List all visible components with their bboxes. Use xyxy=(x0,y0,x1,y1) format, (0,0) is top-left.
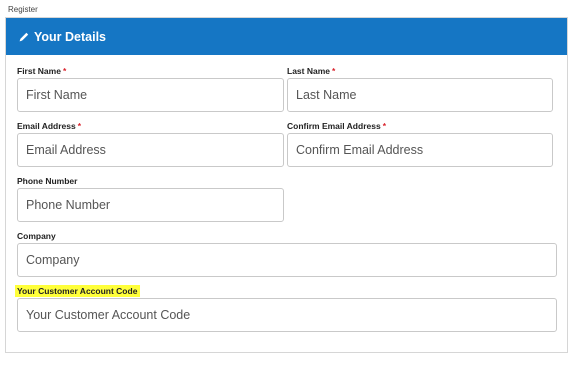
confirm-email-label: Confirm Email Address * xyxy=(287,121,386,131)
company-input[interactable] xyxy=(17,243,557,277)
required-marker: * xyxy=(77,121,82,131)
phone-label: Phone Number xyxy=(17,176,78,186)
breadcrumb: Register xyxy=(8,5,38,14)
required-marker: * xyxy=(62,66,67,76)
first-name-label: First Name * xyxy=(17,66,67,76)
account-code-input[interactable] xyxy=(17,298,557,332)
panel-header: Your Details xyxy=(6,18,567,55)
email-label: Email Address * xyxy=(17,121,82,131)
confirm-email-input[interactable] xyxy=(287,133,553,167)
pencil-icon xyxy=(19,32,29,41)
company-label: Company xyxy=(17,231,56,241)
first-name-input[interactable] xyxy=(17,78,284,112)
last-name-input[interactable] xyxy=(287,78,553,112)
required-marker: * xyxy=(382,121,386,131)
email-input[interactable] xyxy=(17,133,284,167)
last-name-label: Last Name * xyxy=(287,66,336,76)
account-code-label: Your Customer Account Code xyxy=(15,285,141,297)
required-marker: * xyxy=(332,66,336,76)
phone-input[interactable] xyxy=(17,188,284,222)
panel-title: Your Details xyxy=(34,29,107,44)
